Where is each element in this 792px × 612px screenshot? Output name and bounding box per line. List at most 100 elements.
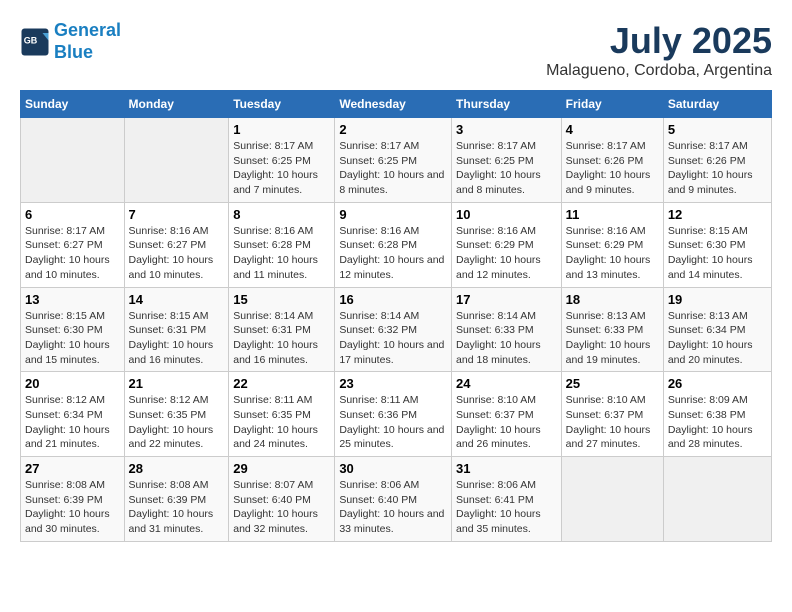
column-header-friday: Friday bbox=[561, 91, 663, 118]
day-number: 20 bbox=[25, 376, 120, 391]
day-number: 22 bbox=[233, 376, 330, 391]
calendar-cell: 8 Sunrise: 8:16 AMSunset: 6:28 PMDaylight… bbox=[229, 202, 335, 287]
day-info: Sunrise: 8:16 AMSunset: 6:27 PMDaylight:… bbox=[129, 224, 225, 283]
day-number: 4 bbox=[566, 122, 659, 137]
column-header-tuesday: Tuesday bbox=[229, 91, 335, 118]
day-number: 13 bbox=[25, 292, 120, 307]
day-info: Sunrise: 8:14 AMSunset: 6:31 PMDaylight:… bbox=[233, 309, 330, 368]
day-number: 18 bbox=[566, 292, 659, 307]
logo-icon: GB bbox=[20, 27, 50, 57]
svg-text:GB: GB bbox=[24, 35, 38, 45]
column-header-saturday: Saturday bbox=[663, 91, 771, 118]
calendar-cell: 1Sunrise: 8:17 AMSunset: 6:25 PMDaylight… bbox=[229, 118, 335, 203]
day-number: 14 bbox=[129, 292, 225, 307]
calendar-week-3: 13Sunrise: 8:15 AMSunset: 6:30 PMDayligh… bbox=[21, 287, 772, 372]
day-number: 26 bbox=[668, 376, 767, 391]
main-title: July 2025 bbox=[546, 20, 772, 62]
day-number: 23 bbox=[339, 376, 447, 391]
day-info: Sunrise: 8:13 AMSunset: 6:34 PMDaylight:… bbox=[668, 309, 767, 368]
calendar-cell: 30 Sunrise: 8:06 AMSunset: 6:40 PMDayligh… bbox=[335, 457, 452, 542]
day-info: Sunrise: 8:17 AMSunset: 6:26 PMDaylight:… bbox=[566, 139, 659, 198]
calendar-week-5: 27Sunrise: 8:08 AMSunset: 6:39 PMDayligh… bbox=[21, 457, 772, 542]
calendar-cell: 22Sunrise: 8:11 AMSunset: 6:35 PMDayligh… bbox=[229, 372, 335, 457]
calendar-cell bbox=[21, 118, 125, 203]
day-number: 19 bbox=[668, 292, 767, 307]
day-info: Sunrise: 8:16 AMSunset: 6:28 PMDaylight:… bbox=[233, 224, 330, 283]
day-info: Sunrise: 8:17 AMSunset: 6:27 PMDaylight:… bbox=[25, 224, 120, 283]
calendar-cell bbox=[124, 118, 229, 203]
calendar-week-1: 1Sunrise: 8:17 AMSunset: 6:25 PMDaylight… bbox=[21, 118, 772, 203]
day-number: 30 bbox=[339, 461, 447, 476]
day-info: Sunrise: 8:10 AMSunset: 6:37 PMDaylight:… bbox=[456, 393, 557, 452]
calendar-cell: 25 Sunrise: 8:10 AMSunset: 6:37 PMDayligh… bbox=[561, 372, 663, 457]
calendar-week-2: 6 Sunrise: 8:17 AMSunset: 6:27 PMDaylight… bbox=[21, 202, 772, 287]
calendar-cell: 11Sunrise: 8:16 AMSunset: 6:29 PMDayligh… bbox=[561, 202, 663, 287]
day-info: Sunrise: 8:07 AMSunset: 6:40 PMDaylight:… bbox=[233, 478, 330, 537]
day-number: 25 bbox=[566, 376, 659, 391]
calendar-cell bbox=[663, 457, 771, 542]
calendar-cell: 15 Sunrise: 8:14 AMSunset: 6:31 PMDayligh… bbox=[229, 287, 335, 372]
calendar-cell: 2Sunrise: 8:17 AMSunset: 6:25 PMDaylight… bbox=[335, 118, 452, 203]
calendar-header-row: SundayMondayTuesdayWednesdayThursdayFrid… bbox=[21, 91, 772, 118]
day-info: Sunrise: 8:06 AMSunset: 6:40 PMDaylight:… bbox=[339, 478, 447, 537]
day-info: Sunrise: 8:12 AMSunset: 6:35 PMDaylight:… bbox=[129, 393, 225, 452]
day-number: 24 bbox=[456, 376, 557, 391]
column-header-wednesday: Wednesday bbox=[335, 91, 452, 118]
calendar-cell: 10Sunrise: 8:16 AMSunset: 6:29 PMDayligh… bbox=[452, 202, 562, 287]
calendar-cell: 24 Sunrise: 8:10 AMSunset: 6:37 PMDayligh… bbox=[452, 372, 562, 457]
day-info: Sunrise: 8:12 AMSunset: 6:34 PMDaylight:… bbox=[25, 393, 120, 452]
calendar-week-4: 20 Sunrise: 8:12 AMSunset: 6:34 PMDayligh… bbox=[21, 372, 772, 457]
day-info: Sunrise: 8:09 AMSunset: 6:38 PMDaylight:… bbox=[668, 393, 767, 452]
calendar-cell: 20 Sunrise: 8:12 AMSunset: 6:34 PMDayligh… bbox=[21, 372, 125, 457]
day-info: Sunrise: 8:15 AMSunset: 6:31 PMDaylight:… bbox=[129, 309, 225, 368]
day-number: 31 bbox=[456, 461, 557, 476]
day-info: Sunrise: 8:11 AMSunset: 6:36 PMDaylight:… bbox=[339, 393, 447, 452]
day-number: 21 bbox=[129, 376, 225, 391]
column-header-thursday: Thursday bbox=[452, 91, 562, 118]
day-info: Sunrise: 8:16 AMSunset: 6:29 PMDaylight:… bbox=[456, 224, 557, 283]
day-number: 15 bbox=[233, 292, 330, 307]
day-number: 7 bbox=[129, 207, 225, 222]
calendar-cell: 31 Sunrise: 8:06 AMSunset: 6:41 PMDayligh… bbox=[452, 457, 562, 542]
day-info: Sunrise: 8:17 AMSunset: 6:25 PMDaylight:… bbox=[456, 139, 557, 198]
calendar-cell: 5 Sunrise: 8:17 AMSunset: 6:26 PMDaylight… bbox=[663, 118, 771, 203]
day-number: 16 bbox=[339, 292, 447, 307]
day-number: 28 bbox=[129, 461, 225, 476]
column-header-sunday: Sunday bbox=[21, 91, 125, 118]
day-info: Sunrise: 8:13 AMSunset: 6:33 PMDaylight:… bbox=[566, 309, 659, 368]
day-info: Sunrise: 8:14 AMSunset: 6:33 PMDaylight:… bbox=[456, 309, 557, 368]
calendar-table: SundayMondayTuesdayWednesdayThursdayFrid… bbox=[20, 90, 772, 542]
calendar-cell: 6 Sunrise: 8:17 AMSunset: 6:27 PMDaylight… bbox=[21, 202, 125, 287]
day-number: 6 bbox=[25, 207, 120, 222]
calendar-cell: 3 Sunrise: 8:17 AMSunset: 6:25 PMDaylight… bbox=[452, 118, 562, 203]
calendar-cell: 27Sunrise: 8:08 AMSunset: 6:39 PMDayligh… bbox=[21, 457, 125, 542]
calendar-cell: 28Sunrise: 8:08 AMSunset: 6:39 PMDayligh… bbox=[124, 457, 229, 542]
day-info: Sunrise: 8:17 AMSunset: 6:26 PMDaylight:… bbox=[668, 139, 767, 198]
day-number: 29 bbox=[233, 461, 330, 476]
calendar-cell: 4 Sunrise: 8:17 AMSunset: 6:26 PMDaylight… bbox=[561, 118, 663, 203]
day-info: Sunrise: 8:14 AMSunset: 6:32 PMDaylight:… bbox=[339, 309, 447, 368]
day-number: 5 bbox=[668, 122, 767, 137]
column-header-monday: Monday bbox=[124, 91, 229, 118]
calendar-cell: 19 Sunrise: 8:13 AMSunset: 6:34 PMDayligh… bbox=[663, 287, 771, 372]
logo-text: General Blue bbox=[54, 20, 121, 63]
day-info: Sunrise: 8:16 AMSunset: 6:28 PMDaylight:… bbox=[339, 224, 447, 283]
calendar-cell: 29 Sunrise: 8:07 AMSunset: 6:40 PMDayligh… bbox=[229, 457, 335, 542]
calendar-cell bbox=[561, 457, 663, 542]
calendar-cell: 18 Sunrise: 8:13 AMSunset: 6:33 PMDayligh… bbox=[561, 287, 663, 372]
calendar-cell: 21 Sunrise: 8:12 AMSunset: 6:35 PMDayligh… bbox=[124, 372, 229, 457]
subtitle: Malagueno, Cordoba, Argentina bbox=[546, 62, 772, 80]
day-info: Sunrise: 8:15 AMSunset: 6:30 PMDaylight:… bbox=[668, 224, 767, 283]
day-number: 8 bbox=[233, 207, 330, 222]
calendar-cell: 14 Sunrise: 8:15 AMSunset: 6:31 PMDayligh… bbox=[124, 287, 229, 372]
calendar-cell: 7 Sunrise: 8:16 AMSunset: 6:27 PMDaylight… bbox=[124, 202, 229, 287]
day-number: 3 bbox=[456, 122, 557, 137]
calendar-cell: 13Sunrise: 8:15 AMSunset: 6:30 PMDayligh… bbox=[21, 287, 125, 372]
day-number: 27 bbox=[25, 461, 120, 476]
calendar-cell: 12Sunrise: 8:15 AMSunset: 6:30 PMDayligh… bbox=[663, 202, 771, 287]
day-info: Sunrise: 8:10 AMSunset: 6:37 PMDaylight:… bbox=[566, 393, 659, 452]
day-number: 11 bbox=[566, 207, 659, 222]
day-info: Sunrise: 8:06 AMSunset: 6:41 PMDaylight:… bbox=[456, 478, 557, 537]
calendar-cell: 26 Sunrise: 8:09 AMSunset: 6:38 PMDayligh… bbox=[663, 372, 771, 457]
calendar-cell: 9Sunrise: 8:16 AMSunset: 6:28 PMDaylight… bbox=[335, 202, 452, 287]
